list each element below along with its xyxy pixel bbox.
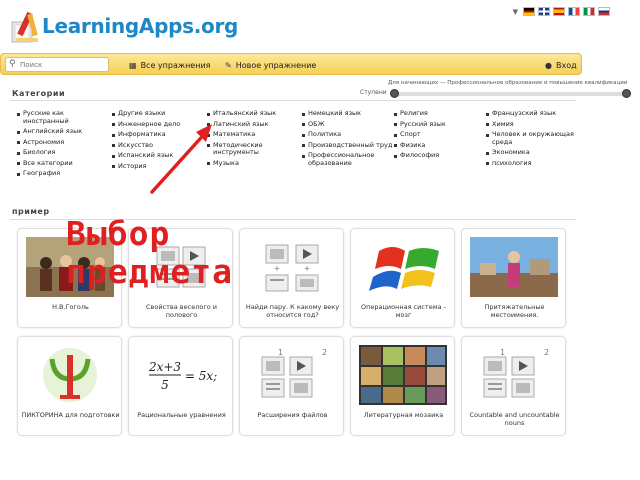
annotation-line-1: Выбор [66,214,171,253]
annotation-text: Выбор предмета [66,215,233,291]
annotation-line-2: предмета [66,252,233,291]
